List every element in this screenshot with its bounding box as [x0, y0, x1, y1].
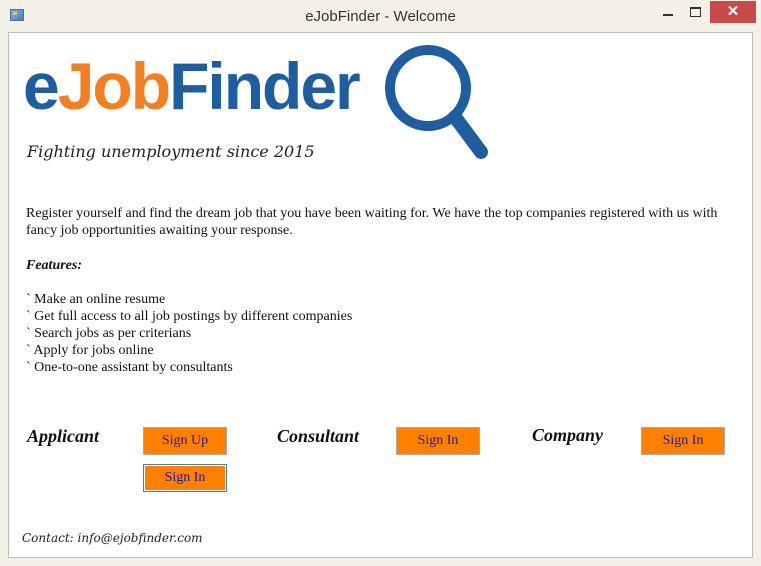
company-label: Company	[532, 425, 604, 445]
feature-item: ` Make an online resume	[26, 292, 166, 307]
ejobfinder-logo: eJobFinder Fighting unemployment since 2…	[23, 39, 493, 165]
feature-item: ` Search jobs as per criterians	[26, 326, 192, 341]
feature-item: ` One-to-one assistant by consultants	[26, 360, 233, 375]
logo-job: Job	[57, 49, 171, 123]
logo-finder: Finder	[169, 49, 361, 123]
logo-tagline: Fighting unemployment since 2015	[27, 142, 315, 161]
applicant-sign-up-button[interactable]: Sign Up	[143, 427, 227, 455]
welcome-panel: eJobFinder Fighting unemployment since 2…	[8, 32, 753, 558]
title-bar[interactable]: eJobFinder - Welcome ✕	[0, 0, 761, 32]
consultant-sign-in-button[interactable]: Sign In	[396, 427, 480, 455]
intro-text: Register yourself and find the dream job…	[26, 206, 718, 238]
feature-item: ` Apply for jobs online	[26, 343, 154, 358]
company-sign-in-button[interactable]: Sign In	[641, 427, 725, 455]
logo-wordmark: eJobFinder	[23, 53, 361, 119]
features-heading: Features:	[26, 258, 82, 273]
contact-info: Contact: info@ejobfinder.com	[22, 531, 203, 545]
applicant-sign-in-button[interactable]: Sign In	[143, 464, 227, 492]
minimize-button[interactable]	[654, 1, 681, 23]
window-title: eJobFinder - Welcome	[305, 8, 456, 25]
main-window: eJobFinder - Welcome ✕ eJobFinder Fighti…	[0, 0, 761, 566]
logo-e: e	[23, 49, 60, 123]
magnifier-icon	[385, 45, 488, 159]
close-button[interactable]: ✕	[710, 1, 756, 23]
feature-list: ` Make an online resume ` Get full acces…	[26, 291, 352, 376]
applicant-label: Applicant	[27, 426, 100, 446]
maximize-button[interactable]	[682, 1, 709, 23]
feature-item: ` Get full access to all job postings by…	[26, 309, 353, 324]
consultant-label: Consultant	[277, 426, 360, 446]
